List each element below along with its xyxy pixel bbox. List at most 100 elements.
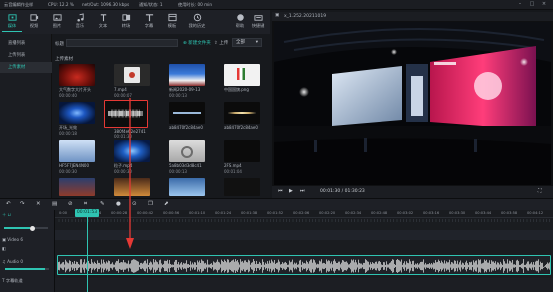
media-thumbnail[interactable] [169,178,205,196]
media-thumbnail[interactable] [169,140,205,162]
audio-clip[interactable] [57,255,551,275]
media-thumbnail[interactable] [114,64,150,86]
waveform-bar [547,262,548,270]
waveform-bar [61,263,62,269]
delete-icon[interactable]: ▤ [52,201,57,207]
zoom-slider-handle[interactable] [30,225,35,231]
waveform-bar [111,263,112,269]
waveform-bar [140,263,141,269]
preview-video[interactable] [274,22,551,185]
split-icon[interactable]: ⊘ [68,201,73,207]
playhead-line[interactable] [87,217,88,292]
tab-label: 音乐 [75,23,85,28]
media-thumbnail[interactable] [224,178,260,196]
waveform-bar [197,260,198,272]
waveform-bar [162,264,163,268]
waveform-bar [350,262,351,270]
waveform-bar [230,262,231,270]
tab-video[interactable]: 视频 [24,12,44,32]
waveform-bar [213,261,214,271]
sidebar-item-live-list[interactable]: 直播列表 [0,38,52,49]
waveform-bar [286,263,287,269]
waveform-bar [184,263,185,269]
skip-back-icon[interactable]: ⏮ [278,188,283,194]
waveform-bar [461,264,462,268]
media-item-name: 2FS.mp4 [224,163,242,168]
media-item-name: HF5F7JEN4N00 [59,163,90,168]
media-thumbnail[interactable] [59,102,95,124]
waveform-bar [263,261,264,271]
waveform-bar [291,261,292,271]
media-thumbnail[interactable] [59,178,95,196]
media-thumbnail[interactable] [59,140,95,162]
waveform-bar [328,260,329,272]
tab-history[interactable]: 我的历史 [185,12,209,32]
media-thumbnail[interactable] [169,102,205,124]
fullscreen-icon[interactable]: ⛶ [538,188,542,194]
waveform-bar [209,264,210,268]
sidebar-item-upload-material[interactable]: 上传素材 [0,62,52,73]
waveform-bar [385,264,386,268]
close-icon[interactable]: × [540,1,548,8]
zoom-slider[interactable] [4,227,48,229]
tab-music[interactable]: 音乐 [70,12,90,32]
waveform-bar [372,262,373,270]
waveform-bar [389,263,390,269]
tab-media[interactable]: 媒体 [2,12,22,32]
notify-status: 通知/状态: 1 [139,2,163,7]
waveform-bar [82,264,83,268]
ruler-label: 00:02:48 [371,211,388,215]
tab-transition[interactable]: 转场 [116,12,136,32]
waveform-bar [135,259,136,273]
sidebar-item-upload-list[interactable]: 上传列表 [0,50,52,61]
waveform-bar [260,263,261,269]
waveform-bar [125,262,126,270]
transition-icon [121,14,130,21]
new-folder-button[interactable]: ⊕ 新建文件夹 [183,40,211,46]
waveform-bar [395,264,396,268]
play-icon[interactable]: ▶ [289,188,293,194]
media-panel: 标题 ⊕ 新建文件夹 ⇪ 上传 全部 ▾ 上传素材 大气数字大片开头 00:00… [52,34,270,198]
undo-icon[interactable]: ↶ [6,201,11,207]
filter-select[interactable]: 全部 ▾ [232,38,262,47]
tab-text[interactable]: 文本 [93,12,113,32]
waveform-bar [195,262,196,270]
waveform-bar [270,263,271,269]
waveform-bar [116,260,117,272]
audio-volume-slider[interactable] [5,268,49,270]
add-track-icon[interactable]: ＋ ⊔ [2,212,11,218]
minimize-icon[interactable]: – [516,1,524,8]
media-thumbnail[interactable] [59,64,95,86]
text-track-lane[interactable] [55,278,553,290]
waveform-bar [391,260,392,272]
waveform-bar [440,262,441,270]
copy-icon[interactable]: ❐ [148,201,153,207]
export-icon[interactable]: ⬈ [164,201,169,207]
tab-label: 字幕 [144,23,154,28]
mic-icon[interactable]: ● [116,201,121,207]
maximize-icon[interactable]: □ [528,1,536,8]
waveform-bar [80,259,81,273]
media-item-name: 5a8b03d3d8c41 [169,163,202,168]
search-input[interactable] [66,39,178,47]
skip-forward-icon[interactable]: ⏭ [300,188,305,194]
redo-icon[interactable]: ↷ [20,201,25,207]
track-mute-video[interactable]: ◧ [2,246,6,251]
help-button[interactable]: 帮助 [230,12,250,32]
playhead-time[interactable]: 00:01:53 [75,209,99,217]
waveform-bar [259,261,260,271]
crop-icon[interactable]: ⌗ [84,201,87,208]
cut-icon[interactable]: ✕ [36,201,41,207]
tab-template[interactable]: 模板 [162,12,182,32]
media-thumbnail[interactable] [169,64,205,86]
tab-subtitle[interactable]: 字幕 [139,12,159,32]
media-thumbnail[interactable] [224,140,260,162]
waveform-bar [69,260,70,272]
edit-icon[interactable]: ✎ [100,201,105,207]
upload-button[interactable]: ⇪ 上传 [214,40,228,46]
media-thumbnail[interactable] [224,102,260,124]
media-thumbnail[interactable] [224,64,260,86]
tab-image[interactable]: 图片 [47,12,67,32]
waveform-bar [147,259,148,273]
shortcut-button[interactable]: 快捷键 [248,12,268,32]
